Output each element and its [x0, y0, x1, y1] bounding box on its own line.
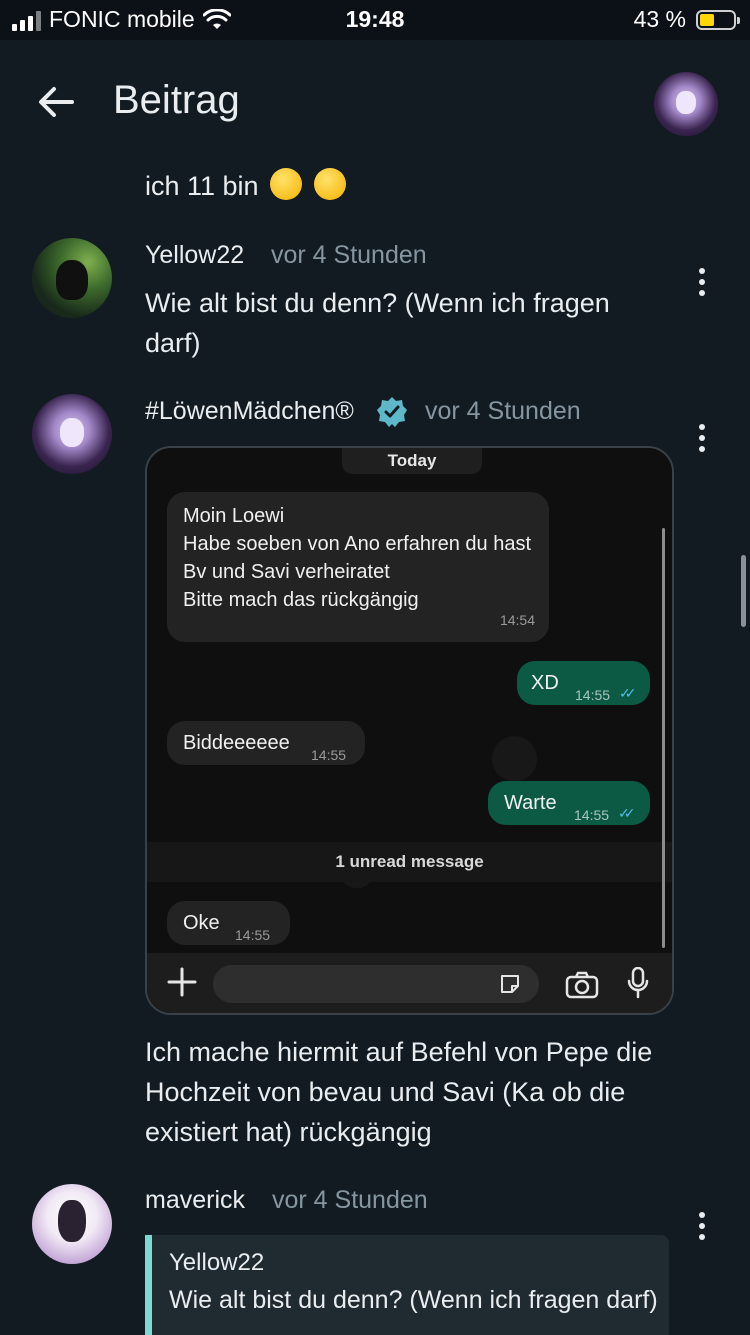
message-text: Warte — [504, 792, 557, 814]
message-time: 14:54 — [499, 612, 535, 628]
read-receipt-icon: ✓✓ — [619, 685, 637, 701]
slightly-smiling-emoji-icon — [270, 168, 303, 200]
more-options-icon[interactable] — [698, 1212, 706, 1242]
verified-badge-icon — [377, 397, 407, 427]
message-time: 14:55 — [235, 927, 271, 943]
author-name[interactable]: maverick — [145, 1186, 245, 1215]
battery-icon — [696, 9, 740, 30]
date-chip: Today — [342, 448, 482, 474]
post-text: Ich mache hiermit auf Befehl von Pepe di… — [145, 1037, 653, 1147]
message-bubble-outgoing: Warte 14:55 ✓✓ — [488, 781, 650, 825]
post-text: ich 11 bin — [145, 166, 346, 206]
chat-input-bar — [147, 953, 672, 1013]
avatar-yellow22[interactable] — [32, 238, 112, 318]
post-time: vor 4 Stunden — [425, 397, 581, 425]
avatar-loewenmaedchen[interactable] — [32, 394, 112, 474]
message-text: Moin Loewi Habe soeben von Ano erfahren … — [183, 505, 532, 611]
message-text: Oke — [183, 912, 220, 934]
author-name[interactable]: #LöwenMädchen® — [145, 397, 354, 426]
author-name[interactable]: Yellow22 — [145, 241, 244, 270]
battery-percent: 43 % — [633, 6, 686, 32]
message-bubble-incoming: Biddeeeeee 14:55 — [167, 721, 365, 765]
avatar-maverick[interactable] — [32, 1184, 112, 1264]
post-text: Wie alt bist du denn? (Wenn ich fragen d… — [145, 288, 610, 358]
message-time: 14:55 — [311, 747, 347, 763]
message-time: 14:55 — [575, 687, 611, 703]
post-time: vor 4 Stunden — [272, 1186, 428, 1214]
message-time: 14:55 — [574, 807, 610, 823]
message-input[interactable] — [213, 965, 539, 1003]
quoted-text: Wie alt bist du denn? (Wenn ich fragen d… — [169, 1286, 658, 1314]
post-time: vor 4 Stunden — [271, 241, 427, 269]
plus-icon[interactable] — [167, 967, 197, 997]
back-arrow-icon[interactable] — [34, 80, 78, 124]
app-header: Beitrag — [0, 40, 750, 160]
message-bubble-outgoing: XD 14:55 ✓✓ — [517, 661, 650, 705]
attached-screenshot[interactable]: Today Moin Loewi Habe soeben von Ano erf… — [145, 446, 674, 1015]
more-options-icon[interactable] — [698, 268, 706, 298]
quoted-reply[interactable]: Yellow22 Wie alt bist du denn? (Wenn ich… — [145, 1235, 669, 1335]
message-bubble-incoming: Moin Loewi Habe soeben von Ano erfahren … — [167, 492, 549, 642]
smiling-blush-emoji-icon — [313, 168, 346, 200]
quote-accent-bar — [145, 1235, 152, 1335]
microphone-icon[interactable] — [627, 967, 649, 999]
read-receipt-icon: ✓✓ — [618, 805, 636, 821]
page-title: Beitrag — [113, 78, 240, 122]
sticker-icon[interactable] — [498, 972, 522, 996]
unread-banner: 1 unread message — [147, 842, 672, 882]
page-scrollbar — [741, 555, 746, 627]
message-text: XD — [531, 672, 559, 694]
quoted-author: Yellow22 — [169, 1249, 265, 1276]
message-text: Biddeeeeee — [183, 732, 290, 754]
scrollbar — [662, 528, 665, 948]
camera-icon[interactable] — [565, 971, 599, 999]
status-bar: FONIC mobile 19:48 43 % — [0, 0, 750, 40]
profile-avatar[interactable] — [654, 72, 718, 136]
more-options-icon[interactable] — [698, 424, 706, 454]
message-bubble-incoming: Oke 14:55 — [167, 901, 290, 945]
